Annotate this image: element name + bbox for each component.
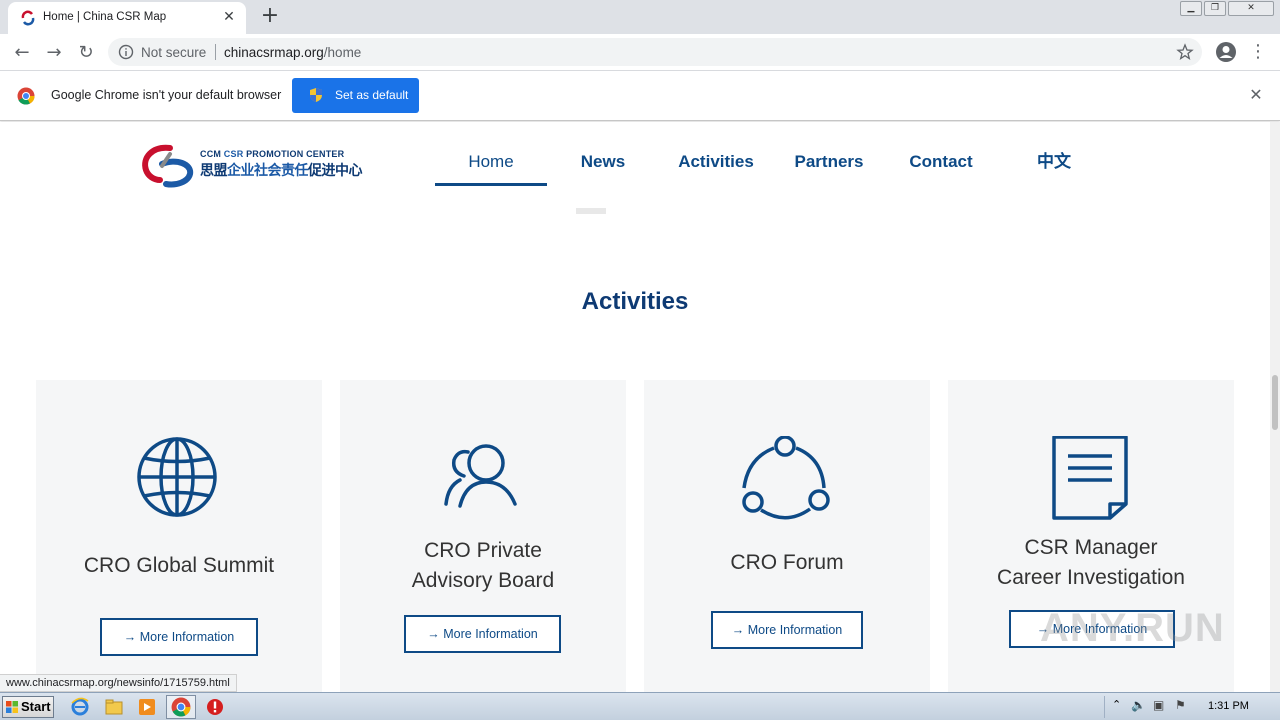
media-player-icon[interactable] [137, 697, 157, 717]
card-title-line2: Career Investigation [997, 566, 1185, 589]
activity-card-cro-forum[interactable]: CRO Forum → More Information [644, 380, 930, 692]
document-icon [1052, 436, 1128, 520]
url-text: chinacsrmap.org/home [224, 45, 361, 60]
card-title-line1: CRO Private [424, 539, 542, 562]
browser-toolbar: ← → ↻ Not secure chinacsrmap.org/home [0, 34, 1280, 71]
windows-flag-icon [6, 701, 18, 713]
chrome-taskbar-icon[interactable] [171, 697, 191, 717]
nav-contact[interactable]: Contact [885, 140, 997, 186]
address-separator [215, 44, 216, 60]
logo-en-csr: CSR [223, 149, 244, 159]
browser-tab-active[interactable]: Home | China CSR Map ✕ [8, 2, 246, 34]
action-center-flag-icon[interactable]: ⚑ [1175, 698, 1186, 712]
tab-close-icon[interactable]: ✕ [220, 8, 238, 26]
reload-icon[interactable]: ↻ [73, 40, 99, 66]
logo-cn-prefix: 思盟 [200, 163, 228, 179]
people-icon [444, 444, 517, 508]
security-alert-icon[interactable] [205, 697, 225, 717]
minimize-button[interactable]: ▁ [1180, 1, 1202, 16]
url-path: /home [323, 45, 362, 60]
system-tray: ⌃ 🔈 ▣ ⚑ [1104, 696, 1276, 718]
section-title: Activities [581, 288, 689, 315]
taskbar-clock[interactable]: 1:31 PM [1208, 700, 1249, 712]
chrome-logo-icon [17, 87, 35, 105]
page-scrollbar[interactable] [1270, 122, 1280, 692]
tab-strip: Home | China CSR Map ✕ + ▁ ❐ ✕ [0, 0, 1280, 34]
infobar-close-icon[interactable]: ✕ [1246, 85, 1266, 105]
window-close-button[interactable]: ✕ [1228, 1, 1274, 16]
internet-explorer-icon[interactable] [70, 697, 90, 717]
site-logo[interactable]: CCM CSR PROMOTION CENTER 思盟企业社会责任促进中心 [140, 132, 364, 190]
nav-dropdown-indicator [576, 208, 606, 214]
card-title: CRO Global Summit [83, 554, 275, 577]
windows-taskbar: Start ⌃ 🔈 ▣ ⚑ 1:31 PM [0, 692, 1280, 720]
logo-en-prefix: CCM [200, 149, 224, 159]
logo-english-text: CCM CSR PROMOTION CENTER [200, 149, 344, 159]
network-icon [742, 436, 830, 520]
logo-chinese-text: 思盟企业社会责任促进中心 [200, 160, 363, 180]
forward-icon[interactable]: → [41, 40, 67, 66]
nav-home[interactable]: Home [435, 140, 547, 186]
profile-avatar-icon[interactable] [1214, 40, 1238, 64]
new-tab-button[interactable]: + [258, 5, 282, 29]
more-information-button[interactable]: → More Information [100, 618, 258, 656]
network-tray-icon[interactable]: ▣ [1153, 698, 1164, 712]
info-icon[interactable] [118, 44, 134, 60]
activity-card-advisory-board[interactable]: CRO Private Advisory Board → More Inform… [340, 380, 626, 692]
activity-card-global-summit[interactable]: CRO Global Summit → More Information [36, 380, 322, 692]
globe-icon [137, 437, 217, 517]
logo-cn-blue: 企业社会责任 [227, 163, 309, 179]
default-browser-infobar: Google Chrome isn't your default browser… [0, 71, 1280, 121]
file-explorer-icon[interactable] [104, 697, 124, 717]
not-secure-label: Not secure [141, 45, 207, 60]
nav-news[interactable]: News [547, 140, 659, 186]
volume-icon[interactable]: 🔈 [1131, 698, 1146, 712]
logo-cn-suffix: 促进中心 [308, 163, 363, 179]
tab-title: Home | China CSR Map [43, 11, 167, 23]
status-bubble: www.chinacsrmap.org/newsinfo/1715759.htm… [0, 674, 237, 692]
logo-en-suffix: PROMOTION CENTER [243, 149, 345, 159]
site-favicon-icon [21, 10, 35, 26]
scrollbar-thumb[interactable] [1272, 375, 1278, 430]
uac-shield-icon [310, 88, 322, 102]
more-information-button[interactable]: → More Information [404, 615, 561, 653]
restore-button[interactable]: ❐ [1204, 1, 1226, 16]
window-controls: ▁ ❐ ✕ [1180, 1, 1274, 17]
back-icon[interactable]: ← [9, 40, 35, 66]
card-title-line1: CSR Manager [1024, 536, 1158, 559]
card-title: CRO Forum [730, 551, 844, 574]
more-information-button[interactable]: → More Information [711, 611, 863, 649]
watermark-logo: ANY.RUN [1040, 606, 1225, 650]
start-button[interactable]: Start [2, 696, 54, 718]
bookmark-star-icon[interactable] [1176, 43, 1194, 61]
url-domain: chinacsrmap.org [224, 45, 324, 60]
browser-menu-icon[interactable]: ⋮ [1248, 42, 1268, 62]
start-label: Start [21, 699, 51, 714]
nav-partners[interactable]: Partners [773, 140, 885, 186]
set-as-default-label: Set as default [335, 88, 409, 102]
card-title-line2: Advisory Board [411, 569, 555, 592]
logo-swirl-icon [142, 144, 194, 188]
tray-expand-icon[interactable]: ⌃ [1112, 698, 1121, 711]
address-bar[interactable]: Not secure chinacsrmap.org/home [108, 38, 1202, 66]
infobar-message: Google Chrome isn't your default browser [51, 88, 282, 102]
nav-activities[interactable]: Activities [660, 140, 772, 186]
set-as-default-button[interactable]: Set as default [292, 78, 419, 113]
nav-chinese[interactable]: 中文 [998, 140, 1110, 186]
